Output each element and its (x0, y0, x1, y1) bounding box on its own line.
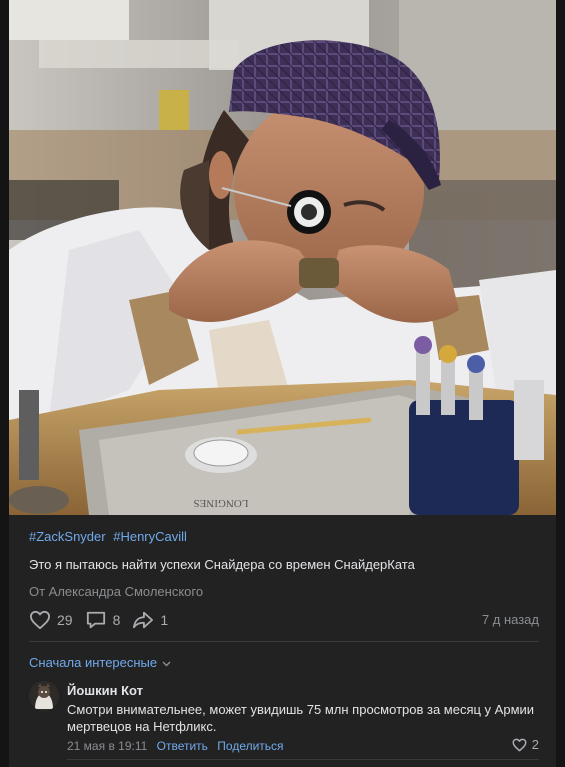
sort-label: Сначала интересные (29, 655, 158, 670)
share-count: 1 (160, 612, 169, 628)
like-count: 29 (57, 612, 73, 628)
like-button[interactable]: 29 (29, 610, 73, 630)
comments-sort-dropdown[interactable]: Сначала интересные (29, 655, 171, 670)
hashtags: #ZackSnyder #HenryCavill (29, 529, 191, 544)
post-card: LONGINES #ZackSnyder #HenryCavill Это я … (9, 0, 556, 767)
comment-icon (86, 611, 105, 629)
share-comment-button[interactable]: Поделиться (217, 739, 283, 753)
comment-like-button[interactable]: 2 (512, 737, 539, 752)
avatar[interactable] (29, 681, 59, 711)
comment-like-count: 2 (531, 737, 539, 752)
photo-logo-text: LONGINES (194, 497, 249, 509)
post-text: Это я пытаюсь найти успехи Снайдера со в… (29, 557, 415, 572)
reply-button[interactable]: Ответить (157, 739, 208, 753)
comment-author[interactable]: Йошкин Кот (67, 683, 143, 698)
post-photo[interactable]: LONGINES (9, 0, 556, 515)
comment-date[interactable]: 21 мая в 19:11 (67, 739, 147, 753)
share-icon (133, 611, 154, 629)
comment-meta: 21 мая в 19:11 Ответить Поделиться (67, 739, 284, 753)
heart-icon (512, 738, 527, 751)
hashtag-link[interactable]: #ZackSnyder (29, 529, 106, 544)
hashtag-link[interactable]: #HenryCavill (113, 529, 187, 544)
chevron-down-icon (162, 655, 171, 670)
heart-icon (29, 610, 50, 630)
comment-text: Смотри внимательнее, может увидишь 75 мл… (67, 702, 535, 734)
comment-count: 8 (112, 612, 121, 628)
divider (29, 641, 539, 642)
post-actions: 29 8 1 (29, 608, 180, 632)
post-date[interactable]: 7 д назад (482, 612, 539, 627)
share-button[interactable]: 1 (132, 610, 168, 630)
comment-button[interactable]: 8 (85, 610, 121, 630)
divider (67, 759, 539, 760)
post-author: От Александра Смоленского (29, 584, 204, 599)
